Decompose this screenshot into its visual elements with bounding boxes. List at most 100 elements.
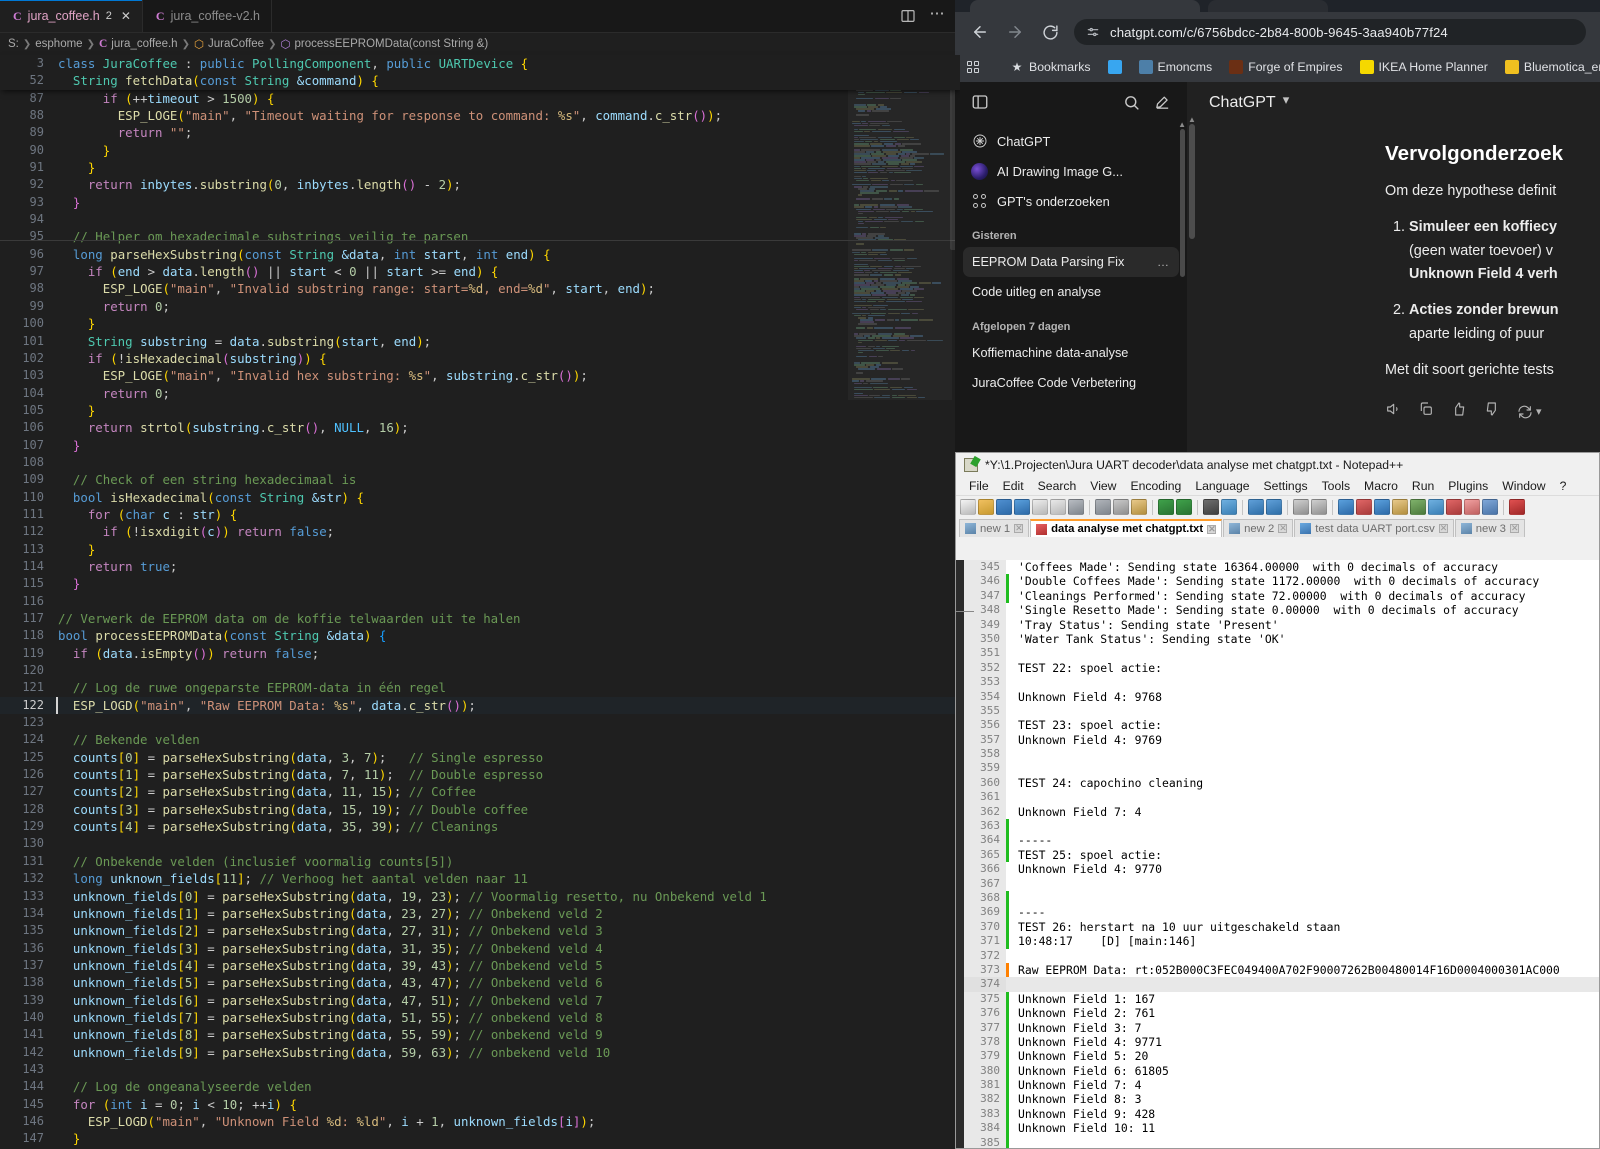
menu-file[interactable]: File	[962, 479, 996, 493]
sidebar-chat-item[interactable]: Koffiemachine data-analyse	[963, 338, 1179, 368]
text-line[interactable]: 377 Unknown Field 3: 7	[964, 1020, 1599, 1035]
speaker-icon[interactable]	[1385, 401, 1401, 422]
code-line[interactable]: 144 // Log de ongeanalyseerde velden	[0, 1078, 960, 1095]
code-line[interactable]: 102 if (!isHexadecimal(substring)) {	[0, 350, 960, 367]
code-line[interactable]: 113 }	[0, 541, 960, 558]
toolbar-word-wrap-icon[interactable]	[1338, 499, 1354, 515]
code-line[interactable]: 131 // Onbekende velden (inclusief voorm…	[0, 853, 960, 870]
browser-tab-2[interactable]	[1208, 0, 1328, 12]
text-line[interactable]: 375 Unknown Field 1: 167	[964, 991, 1599, 1007]
reload-icon[interactable]	[1039, 21, 1061, 43]
toolbar-macro-play-icon[interactable]	[1428, 499, 1444, 515]
code-line[interactable]: 91 }	[0, 159, 960, 176]
text-line[interactable]: 371 10:48:17 [D] [main:146]	[964, 934, 1599, 949]
sidebar-item-gpt-s-onderzoeken[interactable]: GPT's onderzoeken	[963, 186, 1179, 216]
code-line[interactable]: 99 return 0;	[0, 298, 960, 315]
text-line[interactable]: 380 Unknown Field 6: 61805	[964, 1063, 1599, 1079]
text-line[interactable]: 381 Unknown Field 7: 4	[964, 1078, 1599, 1093]
code-line[interactable]: 112 if (!isxdigit(c)) return false;	[0, 523, 960, 540]
notepadpp-tab[interactable]: test data UART port.csv ✕	[1294, 519, 1454, 537]
text-line[interactable]: 369 ----	[964, 905, 1599, 920]
breadcrumb-item-3[interactable]: ⬡ JuraCoffee	[194, 37, 264, 51]
text-line[interactable]: 356 TEST 23: spoel actie:	[964, 718, 1599, 733]
text-line[interactable]: 348 'Single Resetto Made': Sending state …	[964, 603, 1599, 618]
toolbar-save-icon[interactable]	[996, 499, 1012, 515]
text-line[interactable]: 384 Unknown Field 10: 11	[964, 1121, 1599, 1136]
code-line[interactable]: 101 String substring = data.substring(st…	[0, 333, 960, 350]
text-line[interactable]: 345 'Coffees Made': Sending state 16364.0…	[964, 560, 1599, 575]
text-line[interactable]: 357 Unknown Field 4: 9769	[964, 732, 1599, 748]
menu-macro[interactable]: Macro	[1357, 479, 1405, 493]
text-line[interactable]: 372	[964, 948, 1599, 963]
forward-icon[interactable]	[1004, 21, 1026, 43]
toolbar-copy-icon[interactable]	[1113, 499, 1129, 515]
toolbar-show-all-chars-icon[interactable]	[1356, 499, 1372, 515]
code-line[interactable]: 123	[0, 714, 960, 731]
text-line[interactable]: 352 TEST 22: spoel actie:	[964, 660, 1599, 676]
code-line[interactable]: 108	[0, 454, 960, 471]
sidebar-chat-item[interactable]: Code uitleg en analyse	[963, 277, 1179, 307]
code-line[interactable]: 125 counts[0] = parseHexSubstring(data, …	[0, 749, 960, 766]
text-line[interactable]: 347 'Cleanings Performed': Sending state …	[964, 588, 1599, 604]
browser-tab-strip[interactable]	[955, 0, 1600, 12]
code-line[interactable]: 115 }	[0, 575, 960, 592]
menu-run[interactable]: Run	[1405, 479, 1441, 493]
bookmark-bookmarks[interactable]: ★ Bookmarks	[1003, 57, 1098, 77]
search-icon[interactable]	[1123, 94, 1140, 111]
code-line[interactable]: 93 }	[0, 194, 960, 211]
code-line[interactable]: 140 unknown_fields[7] = parseHexSubstrin…	[0, 1009, 960, 1026]
back-icon[interactable]	[969, 21, 991, 43]
code-line[interactable]: 133 unknown_fields[0] = parseHexSubstrin…	[0, 888, 960, 905]
menu-plugins[interactable]: Plugins	[1441, 479, 1495, 493]
close-icon[interactable]: ✕	[1278, 524, 1288, 533]
code-line[interactable]: 110 bool isHexadecimal(const String &str…	[0, 489, 960, 506]
notepadpp-tab[interactable]: new 3 ✕	[1454, 519, 1525, 537]
menu-settings[interactable]: Settings	[1257, 479, 1315, 493]
code-line[interactable]: 107 }	[0, 437, 960, 454]
notepadpp-tabbar[interactable]: new 1 ✕ data analyse met chatgpt.txt ✕ new 2…	[956, 518, 1599, 537]
code-line[interactable]: 136 unknown_fields[3] = parseHexSubstrin…	[0, 940, 960, 957]
code-line[interactable]: 121 // Log de ruwe ongeparste EEPROM-dat…	[0, 679, 960, 696]
code-line[interactable]: 138 unknown_fields[5] = parseHexSubstrin…	[0, 974, 960, 991]
thumbs-down-icon[interactable]	[1484, 401, 1500, 422]
toolbar-folder-icon[interactable]	[1464, 499, 1480, 515]
toolbar-macro-save-icon[interactable]	[1446, 499, 1462, 515]
bookmark-ikea-home-planner[interactable]: IKEA Home Planner	[1353, 57, 1495, 77]
toolbar-doc-map-icon[interactable]	[1482, 499, 1498, 515]
menu-encoding[interactable]: Encoding	[1123, 479, 1188, 493]
code-line[interactable]: 127 counts[2] = parseHexSubstring(data, …	[0, 783, 960, 800]
code-line[interactable]: 98 ESP_LOGE("main", "Invalid substring r…	[0, 280, 960, 297]
bookmark-item-1[interactable]	[1101, 57, 1129, 77]
more-actions-icon[interactable]: ⋯	[930, 4, 947, 22]
text-line[interactable]: 378 Unknown Field 4: 9771	[964, 1034, 1599, 1050]
code-line[interactable]: 3 class JuraCoffee : public PollingCompon…	[0, 55, 960, 72]
code-line[interactable]: 128 counts[3] = parseHexSubstring(data, …	[0, 801, 960, 818]
toolbar-sync-v-icon[interactable]	[1293, 499, 1309, 515]
text-line[interactable]: 358	[964, 747, 1599, 762]
sidebar-item-ai-drawing-image-g[interactable]: AI Drawing Image G...	[963, 156, 1179, 186]
toolbar-print-icon[interactable]	[1068, 499, 1084, 515]
text-line[interactable]: 355	[964, 703, 1599, 719]
text-line[interactable]: 379 Unknown Field 5: 20	[964, 1049, 1599, 1064]
text-line[interactable]: 351	[964, 646, 1599, 661]
menu-view[interactable]: View	[1083, 479, 1123, 493]
menu-language[interactable]: Language	[1188, 479, 1256, 493]
breadcrumb-item-0[interactable]: S:	[8, 38, 19, 50]
notepadpp-tab[interactable]: new 1 ✕	[959, 519, 1030, 537]
code-line[interactable]: 145 for (int i = 0; i < 10; ++i) {	[0, 1096, 960, 1113]
code-line[interactable]: 119 if (data.isEmpty()) return false;	[0, 645, 960, 662]
text-line[interactable]: 354 Unknown Field 4: 9768	[964, 689, 1599, 704]
toolbar-sync-h-icon[interactable]	[1311, 499, 1327, 515]
code-line[interactable]: 137 unknown_fields[4] = parseHexSubstrin…	[0, 957, 960, 974]
breadcrumb-item-1[interactable]: esphome	[35, 38, 82, 50]
code-line[interactable]: 139 unknown_fields[6] = parseHexSubstrin…	[0, 992, 960, 1009]
toolbar-close-icon[interactable]	[1032, 499, 1048, 515]
text-line[interactable]: 346 'Double Coffees Made': Sending state …	[964, 574, 1599, 589]
code-line[interactable]: 88 ESP_LOGE("main", "Timeout waiting for…	[0, 107, 960, 124]
text-line[interactable]: 364 -----	[964, 833, 1599, 848]
menu-window[interactable]: Window	[1495, 479, 1552, 493]
code-line[interactable]: 94	[0, 211, 960, 228]
text-line[interactable]: 350 'Water Tank Status': Sending state 'O…	[964, 631, 1599, 647]
code-line[interactable]: 97 if (end > data.length() || start < 0 …	[0, 263, 960, 280]
toolbar-cut-icon[interactable]	[1095, 499, 1111, 515]
